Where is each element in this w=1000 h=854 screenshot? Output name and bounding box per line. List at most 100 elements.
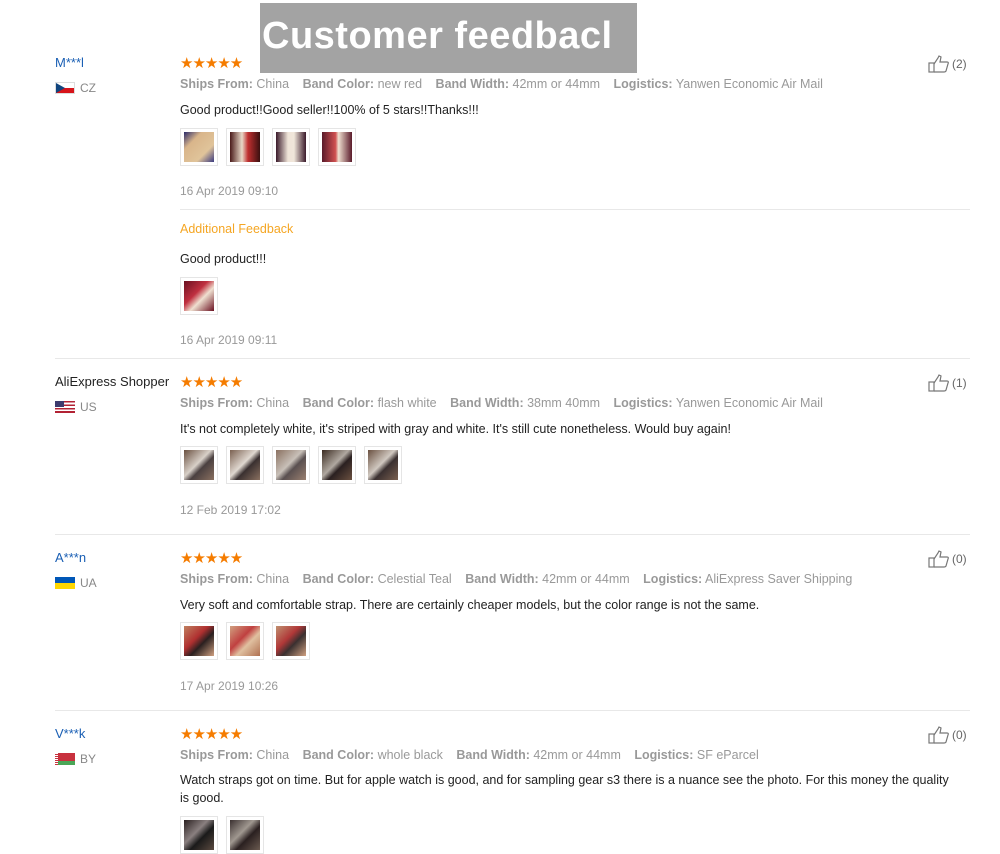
helpful-button[interactable]: (2) xyxy=(928,55,967,73)
band-width-label: Band Width: xyxy=(435,77,510,91)
additional-photos xyxy=(180,277,226,315)
review-photo-thumbnail[interactable] xyxy=(364,446,402,484)
review-photo-thumbnail[interactable] xyxy=(226,128,264,166)
logistics-label: Logistics: xyxy=(634,748,694,762)
country-code: UA xyxy=(80,576,97,590)
review-comment: Watch straps got on time. But for apple … xyxy=(180,773,949,805)
review-divider xyxy=(55,358,970,359)
thumbs-up-icon xyxy=(928,550,949,568)
divider xyxy=(180,209,970,210)
band-color-label: Band Color: xyxy=(302,77,375,91)
band-color-label: Band Color: xyxy=(302,396,375,410)
band-color-label: Band Color: xyxy=(302,748,375,762)
flag-by-icon xyxy=(55,753,75,765)
logistics-value: Yanwen Economic Air Mail xyxy=(675,396,823,410)
band-color-value: Celestial Teal xyxy=(377,572,452,586)
order-info: Ships From: China Band Color: whole blac… xyxy=(180,748,769,762)
star-rating: ★★★★★ xyxy=(180,374,243,391)
review-photo-thumbnail[interactable] xyxy=(272,446,310,484)
reviewer-country: US xyxy=(55,400,97,414)
review-photo-thumbnail[interactable] xyxy=(226,816,264,854)
review-divider xyxy=(55,534,970,535)
review-photo-thumbnail[interactable] xyxy=(272,128,310,166)
helpful-count: (0) xyxy=(952,728,967,742)
logistics-value: SF eParcel xyxy=(696,748,759,762)
country-code: US xyxy=(80,400,97,414)
review-photo-thumbnail[interactable] xyxy=(226,446,264,484)
review-comment: It's not completely white, it's striped … xyxy=(180,422,731,436)
additional-comment: Good product!!! xyxy=(180,252,267,266)
flag-us-icon xyxy=(55,401,75,413)
band-width-label: Band Width: xyxy=(465,572,539,586)
review-photo-thumbnail[interactable] xyxy=(318,446,356,484)
review-photo-thumbnail[interactable] xyxy=(180,446,218,484)
band-width-value: 38mm 40mm xyxy=(527,396,601,410)
review-divider xyxy=(55,710,970,711)
helpful-button[interactable]: (1) xyxy=(928,374,967,392)
reviewer-country: UA xyxy=(55,576,97,590)
thumbs-up-icon xyxy=(928,374,949,392)
country-code: CZ xyxy=(80,81,96,95)
additional-feedback-label: Additional Feedback xyxy=(180,222,294,236)
review-comment: Good product!!Good seller!!100% of 5 sta… xyxy=(180,103,479,117)
star-rating: ★★★★★ xyxy=(180,550,243,567)
logistics-label: Logistics: xyxy=(613,396,673,410)
review-photo-thumbnail[interactable] xyxy=(318,128,356,166)
thumbs-up-icon xyxy=(928,55,949,73)
ships-from-value: China xyxy=(256,396,290,410)
band-color-value: whole black xyxy=(377,748,443,762)
ships-from-label: Ships From: xyxy=(180,77,253,91)
review-photos xyxy=(180,446,410,484)
reviewer-name[interactable]: A***n xyxy=(55,550,86,565)
review-photo-thumbnail[interactable] xyxy=(226,622,264,660)
thumbs-up-icon xyxy=(928,726,949,744)
helpful-count: (1) xyxy=(952,376,967,390)
logistics-label: Logistics: xyxy=(643,572,703,586)
additional-date: 16 Apr 2019 09:11 xyxy=(180,333,278,347)
order-info: Ships From: China Band Color: Celestial … xyxy=(180,572,862,586)
reviewer-country: CZ xyxy=(55,81,96,95)
review-photos xyxy=(180,622,318,660)
review-date: 12 Feb 2019 17:02 xyxy=(180,503,281,517)
reviewer-name[interactable]: M***l xyxy=(55,55,84,70)
review-photo-thumbnail[interactable] xyxy=(180,128,218,166)
review-photo-thumbnail[interactable] xyxy=(180,277,218,315)
star-rating: ★★★★★ xyxy=(180,55,243,72)
review-comment: Very soft and comfortable strap. There a… xyxy=(180,598,760,612)
country-code: BY xyxy=(80,752,97,766)
helpful-button[interactable]: (0) xyxy=(928,726,967,744)
logistics-value: Yanwen Economic Air Mail xyxy=(675,77,823,91)
reviewer-name[interactable]: AliExpress Shopper xyxy=(55,374,169,389)
band-width-value: 42mm or 44mm xyxy=(512,77,601,91)
ships-from-label: Ships From: xyxy=(180,572,253,586)
ships-from-label: Ships From: xyxy=(180,396,253,410)
reviewer-country: BY xyxy=(55,752,96,766)
band-color-value: flash white xyxy=(377,396,437,410)
band-width-label: Band Width: xyxy=(456,748,530,762)
ships-from-value: China xyxy=(256,748,290,762)
ships-from-value: China xyxy=(256,77,290,91)
star-rating: ★★★★★ xyxy=(180,726,243,743)
order-info: Ships From: China Band Color: new red Ba… xyxy=(180,77,833,91)
helpful-button[interactable]: (0) xyxy=(928,550,967,568)
review-photo-thumbnail[interactable] xyxy=(180,622,218,660)
helpful-count: (0) xyxy=(952,552,967,566)
logistics-value: AliExpress Saver Shipping xyxy=(705,572,853,586)
review-photos xyxy=(180,128,364,166)
band-width-label: Band Width: xyxy=(450,396,524,410)
ships-from-label: Ships From: xyxy=(180,748,253,762)
band-color-value: new red xyxy=(377,77,423,91)
review-photo-thumbnail[interactable] xyxy=(180,816,218,854)
order-info: Ships From: China Band Color: flash whit… xyxy=(180,396,833,410)
review-date: 16 Apr 2019 09:10 xyxy=(180,184,279,198)
customer-feedback-banner: Customer feedbacl xyxy=(260,3,637,73)
band-width-value: 42mm or 44mm xyxy=(533,748,621,762)
flag-cz-icon xyxy=(55,82,75,94)
ships-from-value: China xyxy=(256,572,290,586)
band-color-label: Band Color: xyxy=(302,572,375,586)
reviewer-name[interactable]: V***k xyxy=(55,726,85,741)
logistics-label: Logistics: xyxy=(613,77,673,91)
banner-title: Customer feedbacl xyxy=(262,15,613,57)
review-date: 17 Apr 2019 10:26 xyxy=(180,679,279,693)
review-photo-thumbnail[interactable] xyxy=(272,622,310,660)
